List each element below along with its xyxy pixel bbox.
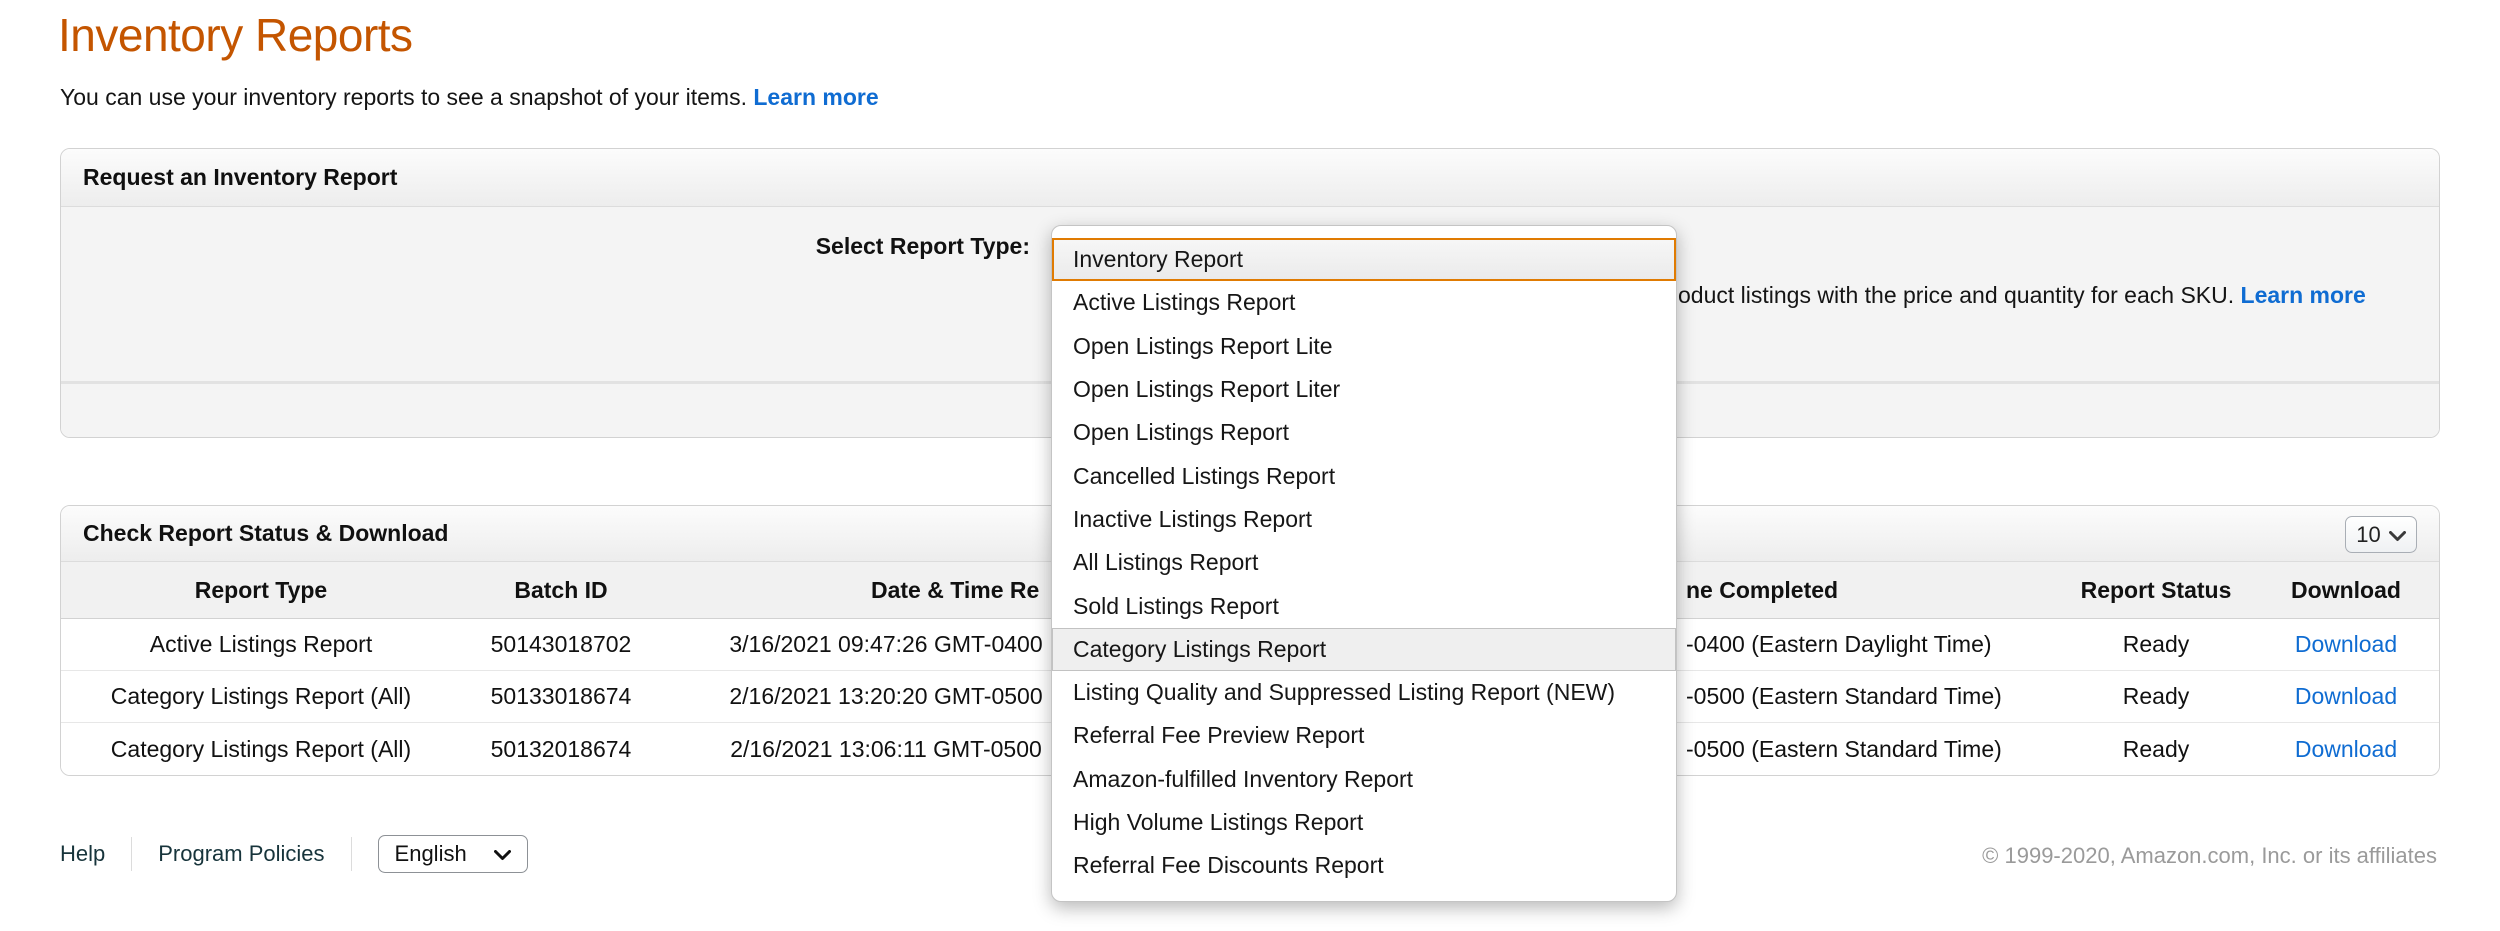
- report-option-category-listings[interactable]: Category Listings Report: [1052, 628, 1676, 671]
- report-description: oduct listings with the price and quanti…: [1678, 282, 2366, 309]
- subtitle-text: You can use your inventory reports to se…: [60, 84, 753, 110]
- copyright-notice: © 1999-2020, Amazon.com, Inc. or its aff…: [1982, 843, 2437, 869]
- download-link[interactable]: Download: [2251, 683, 2440, 710]
- report-option-open-listings-liter[interactable]: Open Listings Report Liter: [1052, 368, 1676, 411]
- report-option-inactive-listings[interactable]: Inactive Listings Report: [1052, 498, 1676, 541]
- select-report-type-label: Select Report Type:: [816, 233, 1030, 260]
- report-type-dropdown: Inventory Report Active Listings Report …: [1051, 225, 1677, 902]
- request-panel-header: Request an Inventory Report: [61, 149, 2439, 207]
- subtitle-learn-more-link[interactable]: Learn more: [753, 84, 878, 110]
- page-size-value: 10: [2356, 522, 2380, 548]
- footer-divider: [131, 837, 132, 871]
- page-title: Inventory Reports: [58, 8, 413, 62]
- description-learn-more-link[interactable]: Learn more: [2241, 282, 2366, 308]
- col-batch-id: Batch ID: [461, 577, 661, 604]
- language-value: English: [395, 841, 467, 867]
- cell-date-requested: 2/16/2021 13:06:11 GMT-0500: [661, 736, 1111, 763]
- cell-batch-id: 50143018702: [461, 631, 661, 658]
- help-link[interactable]: Help: [60, 841, 105, 867]
- cell-report-type: Category Listings Report (All): [61, 736, 461, 763]
- report-option-open-listings[interactable]: Open Listings Report: [1052, 411, 1676, 454]
- cell-report-status: Ready: [2061, 631, 2251, 658]
- page-size-select[interactable]: 10: [2345, 516, 2417, 553]
- report-option-active-listings[interactable]: Active Listings Report: [1052, 281, 1676, 324]
- cell-batch-id: 50133018674: [461, 683, 661, 710]
- download-link[interactable]: Download: [2251, 736, 2440, 763]
- footer-divider: [351, 837, 352, 871]
- cell-report-type: Category Listings Report (All): [61, 683, 461, 710]
- report-option-referral-fee-preview[interactable]: Referral Fee Preview Report: [1052, 714, 1676, 757]
- chevron-down-icon: [494, 841, 511, 867]
- report-option-referral-fee-discounts[interactable]: Referral Fee Discounts Report: [1052, 844, 1676, 887]
- col-report-type: Report Type: [61, 577, 461, 604]
- cell-batch-id: 50132018674: [461, 736, 661, 763]
- cell-date-requested: 3/16/2021 09:47:26 GMT-0400: [661, 631, 1111, 658]
- report-option-high-volume[interactable]: High Volume Listings Report: [1052, 801, 1676, 844]
- inventory-reports-page: Inventory Reports You can use your inven…: [0, 0, 2500, 931]
- program-policies-link[interactable]: Program Policies: [158, 841, 324, 867]
- page-subtitle: You can use your inventory reports to se…: [60, 84, 879, 111]
- report-option-listing-quality[interactable]: Listing Quality and Suppressed Listing R…: [1052, 671, 1676, 714]
- report-option-cancelled-listings[interactable]: Cancelled Listings Report: [1052, 454, 1676, 497]
- report-option-sold-listings[interactable]: Sold Listings Report: [1052, 584, 1676, 627]
- download-link[interactable]: Download: [2251, 631, 2440, 658]
- cell-report-status: Ready: [2061, 736, 2251, 763]
- cell-date-requested: 2/16/2021 13:20:20 GMT-0500: [661, 683, 1111, 710]
- cell-report-type: Active Listings Report: [61, 631, 461, 658]
- report-option-amazon-fulfilled[interactable]: Amazon-fulfilled Inventory Report: [1052, 758, 1676, 801]
- report-option-open-listings-lite[interactable]: Open Listings Report Lite: [1052, 325, 1676, 368]
- language-select[interactable]: English: [378, 835, 528, 873]
- report-description-text: oduct listings with the price and quanti…: [1678, 282, 2241, 308]
- col-report-status: Report Status: [2061, 577, 2251, 604]
- status-panel-title: Check Report Status & Download: [83, 520, 448, 547]
- footer: Help Program Policies English: [60, 832, 528, 876]
- request-panel-title: Request an Inventory Report: [83, 164, 397, 191]
- col-download: Download: [2251, 577, 2440, 604]
- col-date-requested: Date & Time Re: [661, 577, 1111, 604]
- report-option-inventory-report[interactable]: Inventory Report: [1052, 238, 1676, 281]
- chevron-down-icon: [2389, 522, 2406, 548]
- cell-report-status: Ready: [2061, 683, 2251, 710]
- report-option-all-listings[interactable]: All Listings Report: [1052, 541, 1676, 584]
